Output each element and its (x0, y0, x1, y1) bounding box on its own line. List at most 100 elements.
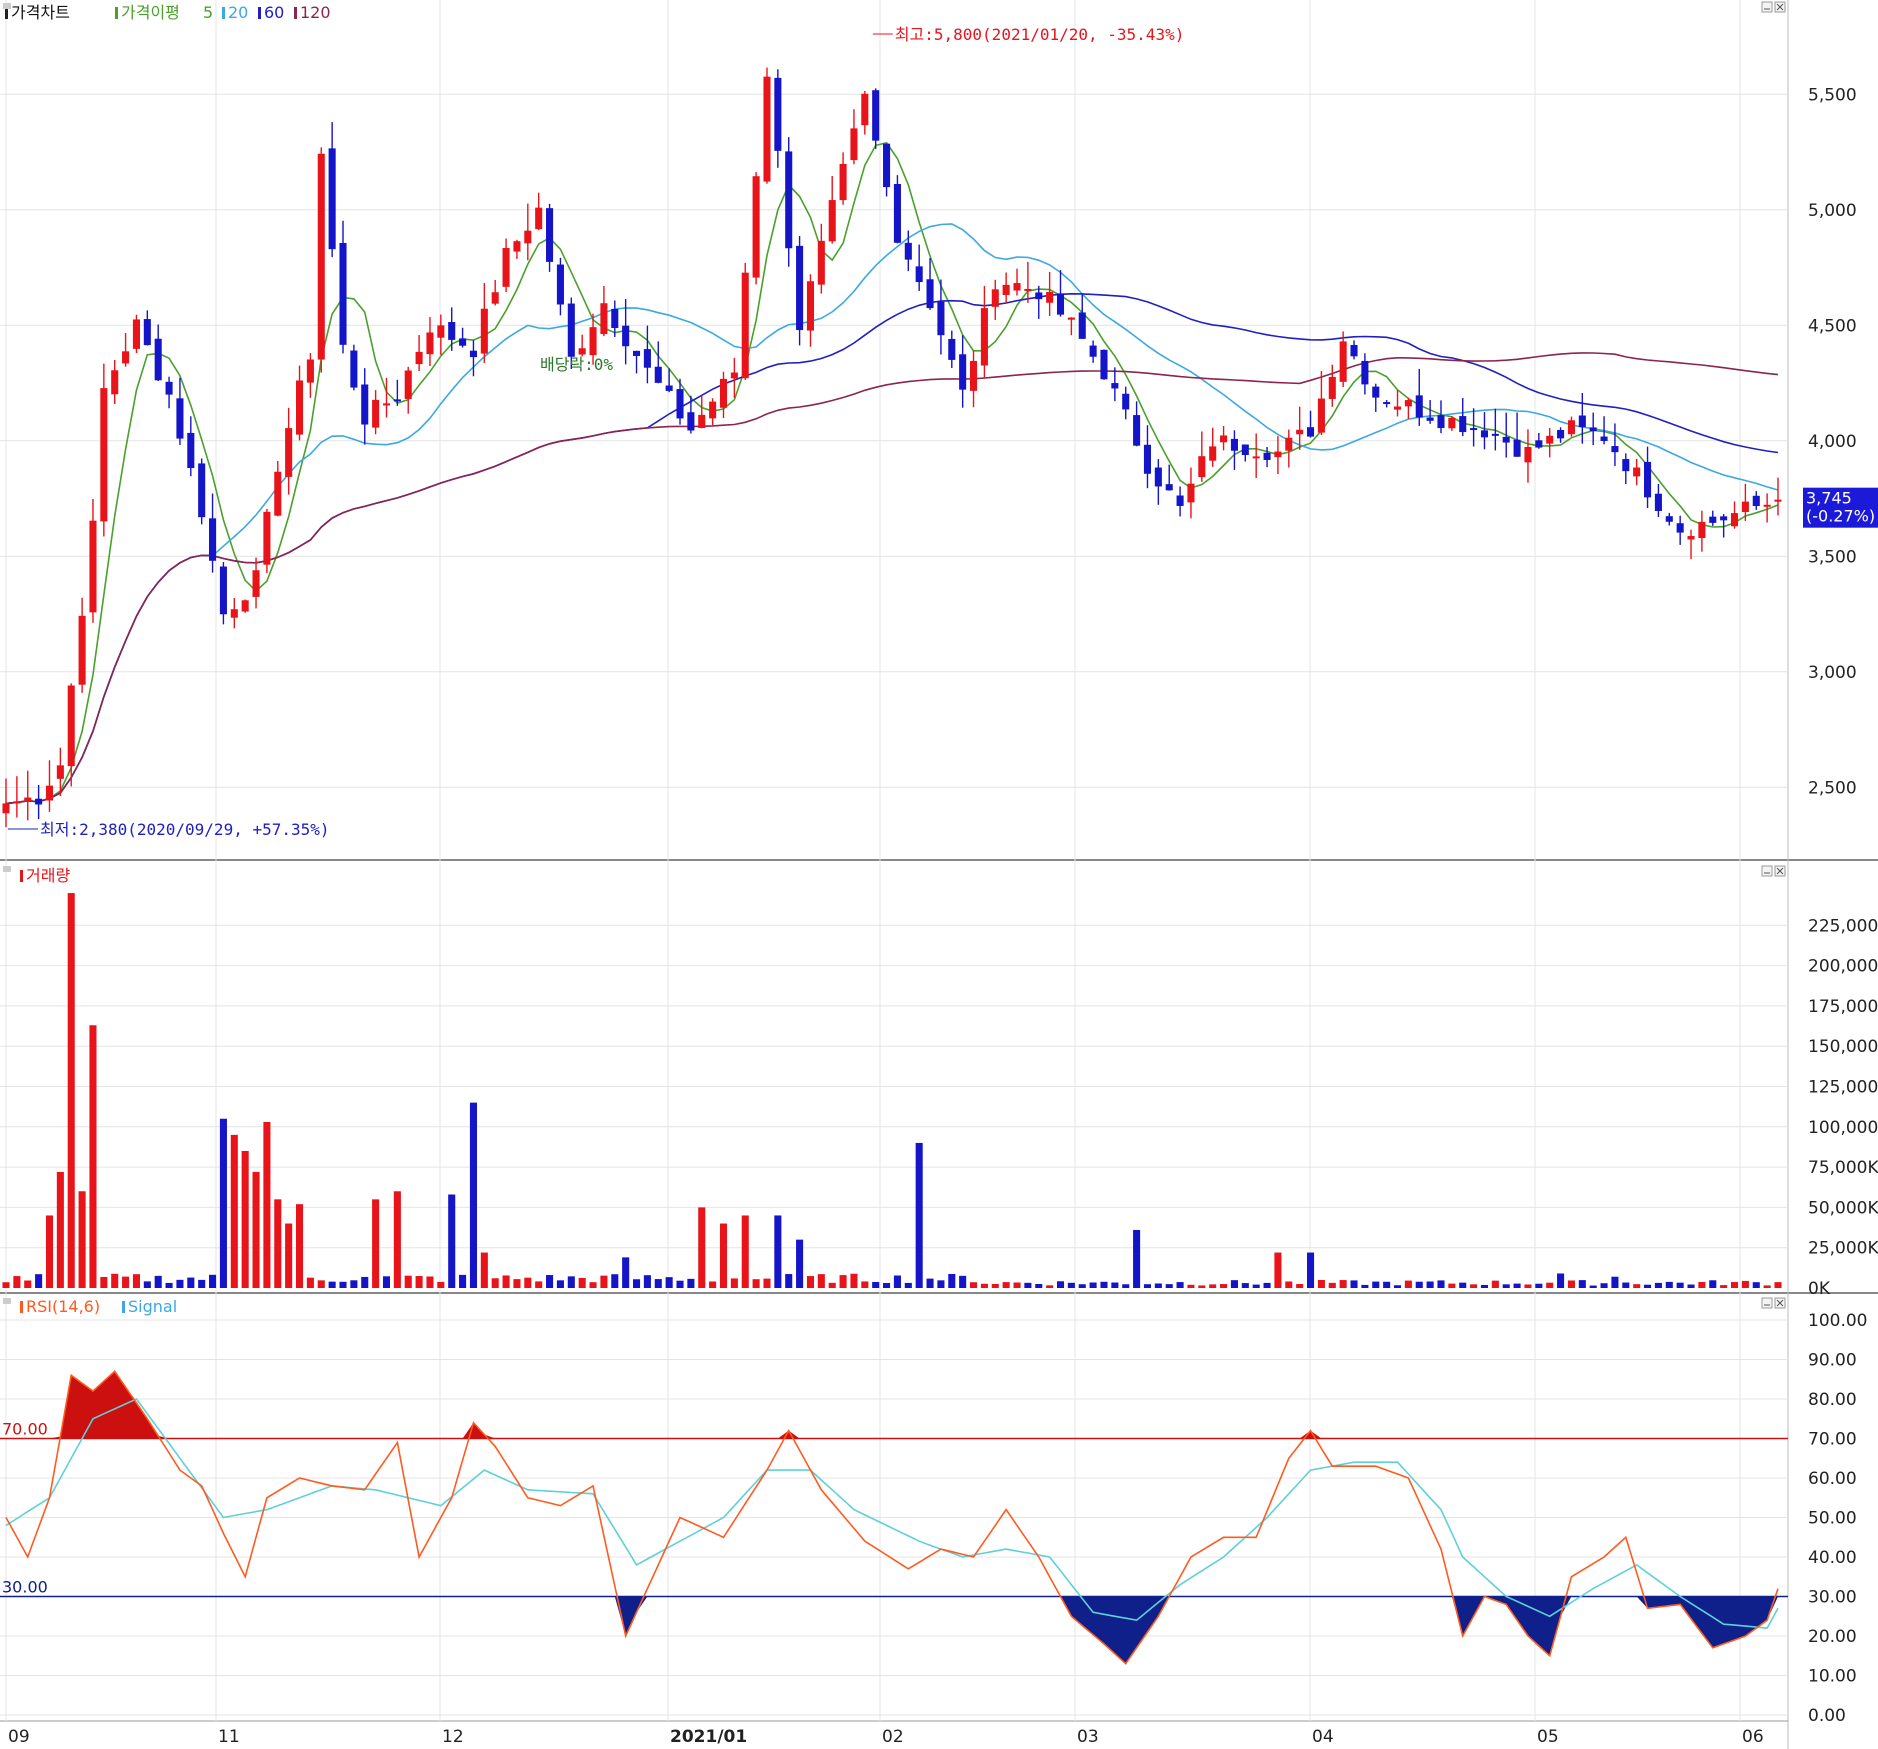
candle-body (850, 128, 858, 161)
candle-body (469, 350, 477, 358)
ma5-line (5, 141, 1779, 805)
volume-tick-label: 225,000K (1808, 916, 1878, 936)
y-axis-labels: 5,500 5,000 4,500 4,000 3,500 3,000 2,500 225,0… (1808, 85, 1878, 1726)
candle-body (763, 76, 771, 182)
candle-body (448, 322, 456, 340)
volume-bar (926, 1278, 934, 1288)
volume-tick-label: 150,000K (1808, 1037, 1878, 1057)
volume-bar (1633, 1284, 1641, 1288)
candle-body (1361, 360, 1369, 385)
candle-body (622, 325, 630, 347)
price-tick-label: 2,500 (1808, 778, 1857, 798)
candle-body (1372, 386, 1380, 398)
rsi-tick-label: 40.00 (1808, 1548, 1857, 1568)
candle-body (437, 325, 445, 338)
candle-body (35, 798, 43, 805)
candle-body (861, 93, 869, 126)
volume-bar (67, 893, 75, 1288)
minimize-button[interactable] (1761, 1, 1773, 13)
close-button[interactable] (1774, 1, 1786, 13)
volume-panel-buttons (1761, 865, 1786, 877)
candle-body (1633, 467, 1641, 477)
candle-body (1143, 444, 1152, 474)
rsi-tick-label: 30.00 (1808, 1588, 1857, 1608)
candle-body (1122, 393, 1130, 410)
candle-body (372, 399, 380, 428)
volume-bar (600, 1275, 608, 1288)
candle-body (959, 354, 967, 390)
candle-body (1263, 452, 1271, 460)
volume-bar (1600, 1283, 1608, 1288)
candle-body (1252, 456, 1260, 459)
candle-body (1480, 430, 1489, 438)
volume-bar (437, 1281, 445, 1288)
volume-bar (687, 1278, 695, 1288)
volume-bar (1317, 1280, 1325, 1288)
low-annotation: 최저:2,380(2020/09/29, +57.35%) (40, 820, 330, 839)
candle-body (306, 359, 314, 383)
volume-bar (165, 1282, 173, 1288)
volume-bar (1252, 1284, 1260, 1288)
volume-tick-label: 0K (1808, 1279, 1831, 1299)
volume-bar (1046, 1285, 1054, 1288)
ma120-legend: 120 (300, 3, 331, 22)
volume-bar (1622, 1282, 1630, 1288)
candle-body (937, 301, 945, 336)
volume-bar (393, 1191, 401, 1288)
volume-bar (1100, 1281, 1108, 1288)
volume-bar (513, 1279, 521, 1288)
candle-body (187, 432, 195, 468)
candle-body (143, 319, 151, 346)
volume-bar (893, 1275, 901, 1288)
volume-bar (970, 1282, 978, 1288)
volume-bar (1013, 1282, 1021, 1288)
candle-body (872, 90, 880, 141)
minimize-button[interactable] (1761, 865, 1773, 877)
volume-bar (1644, 1284, 1652, 1288)
close-button[interactable] (1774, 1297, 1786, 1309)
volume-bar (1687, 1284, 1695, 1288)
candle-body (1426, 417, 1434, 421)
volume-bar (665, 1277, 673, 1288)
volume-bar (883, 1283, 891, 1288)
volume-bar (589, 1282, 597, 1288)
volume-bar (372, 1199, 380, 1288)
candle-body (709, 401, 717, 419)
minimize-button[interactable] (1761, 1297, 1773, 1309)
volume-bar (1470, 1284, 1478, 1288)
candle-body (1698, 521, 1706, 539)
volume-bar (1187, 1284, 1195, 1288)
candle-body (535, 207, 543, 230)
volume-bar (1546, 1282, 1554, 1288)
x-tick-label: 11 (218, 1727, 240, 1747)
price-tick-label: 5,500 (1808, 85, 1857, 105)
candle-body (1589, 427, 1597, 431)
volume-bar (959, 1275, 967, 1288)
candle-body (176, 398, 184, 439)
volume-bar (122, 1276, 130, 1288)
volume-bar (578, 1277, 586, 1288)
dividend-annotation: 배당락:0% (540, 355, 613, 374)
candle-body (970, 360, 978, 391)
candle-body (1578, 415, 1586, 428)
x-axis-labels: 09 11 12 2021/01 02 03 04 05 06 (8, 1727, 1764, 1747)
candle-body (13, 801, 21, 804)
close-button[interactable] (1774, 865, 1786, 877)
signal-line (5, 1398, 1779, 1629)
volume-bar (274, 1199, 282, 1288)
candle-body (1415, 395, 1423, 418)
candle-body (817, 240, 825, 285)
candle-body (1491, 433, 1499, 436)
volume-bar (350, 1280, 358, 1288)
volume-bar (1426, 1281, 1434, 1288)
candle-body (350, 350, 358, 388)
candle-body (24, 797, 32, 802)
candle-body (1393, 406, 1402, 410)
volume-bar (111, 1273, 119, 1288)
volume-bar (730, 1278, 738, 1288)
candle-body (665, 385, 673, 391)
volume-bar (1263, 1282, 1271, 1288)
volume-bar (35, 1274, 43, 1288)
volume-bar (1763, 1285, 1771, 1288)
x-tick-label: 05 (1537, 1727, 1559, 1747)
